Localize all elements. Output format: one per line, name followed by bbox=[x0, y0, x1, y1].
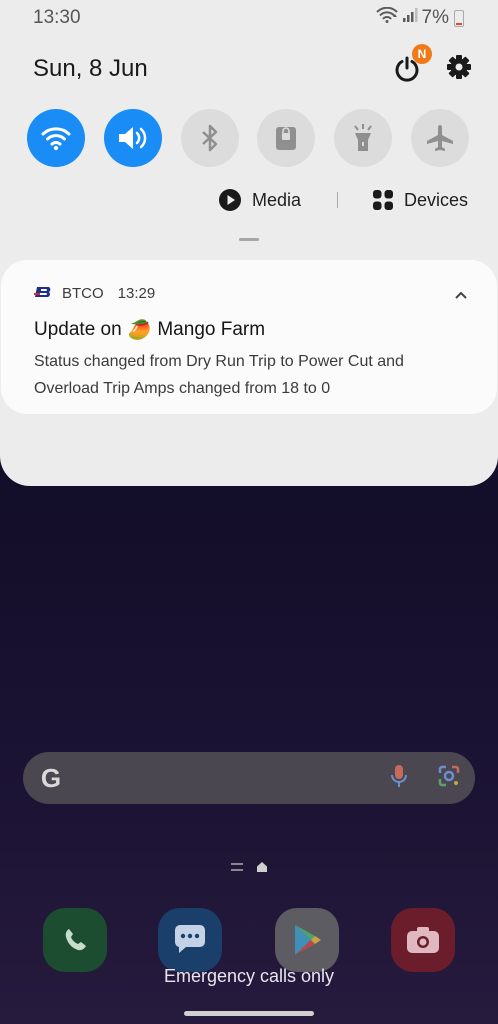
title-prefix: Update on bbox=[34, 319, 122, 340]
home-page-icon bbox=[257, 862, 267, 872]
flashlight-icon bbox=[354, 124, 372, 151]
notification-title: Update on 🥭 Mango Farm bbox=[34, 318, 265, 342]
google-lens-icon[interactable] bbox=[437, 764, 461, 793]
battery-percent: 7% bbox=[421, 7, 449, 28]
play-circle-icon bbox=[219, 189, 241, 211]
media-label: Media bbox=[252, 189, 302, 210]
bluetooth-icon bbox=[201, 124, 217, 152]
navigation-handle[interactable] bbox=[184, 1011, 314, 1016]
devices-label: Devices bbox=[404, 189, 469, 210]
quick-settings-tiles bbox=[27, 109, 469, 167]
divider bbox=[337, 192, 339, 208]
notification-card[interactable]: BTCO 13:29 Update on 🥭 Mango Farm Status… bbox=[1, 260, 497, 414]
apps-list-icon bbox=[231, 863, 243, 871]
google-logo-icon: G bbox=[40, 762, 62, 793]
battery-icon bbox=[454, 9, 464, 27]
power-button[interactable]: N bbox=[390, 44, 432, 86]
page-indicator bbox=[0, 862, 498, 872]
expand-handle[interactable] bbox=[239, 238, 259, 241]
camera-icon[interactable] bbox=[391, 908, 455, 972]
secure-folder-toggle[interactable] bbox=[257, 109, 316, 167]
devices-grid-icon bbox=[373, 190, 394, 210]
notification-app-name: BTCO bbox=[62, 285, 104, 302]
date-label: Sun, 8 Jun bbox=[33, 55, 148, 82]
sound-toggle[interactable] bbox=[103, 109, 162, 167]
lock-folder-icon bbox=[276, 127, 297, 150]
wifi-status-icon bbox=[375, 6, 398, 29]
title-suffix: Mango Farm bbox=[157, 319, 266, 340]
messages-icon[interactable] bbox=[158, 908, 222, 972]
volume-icon bbox=[118, 127, 147, 149]
airplane-mode-toggle[interactable] bbox=[410, 109, 469, 167]
wifi-toggle[interactable] bbox=[27, 109, 85, 167]
emergency-calls-text: Emergency calls only bbox=[163, 966, 335, 986]
phone-icon[interactable] bbox=[43, 908, 107, 972]
wifi-icon bbox=[41, 127, 71, 151]
notification-time: 13:29 bbox=[117, 285, 156, 302]
media-button[interactable]: Media bbox=[218, 188, 301, 212]
notification-body: Status changed from Dry Run Trip to Powe… bbox=[34, 353, 404, 397]
settings-gear-icon[interactable] bbox=[446, 54, 472, 85]
clock: 13:30 bbox=[33, 7, 81, 28]
status-bar: 13:30 7% bbox=[33, 6, 464, 30]
play-store-icon[interactable] bbox=[275, 908, 339, 972]
devices-button[interactable]: Devices bbox=[372, 189, 468, 211]
notification-badge: N bbox=[412, 44, 432, 64]
bluetooth-toggle[interactable] bbox=[180, 109, 239, 167]
mango-emoji: 🥭 bbox=[127, 320, 152, 341]
signal-icon bbox=[402, 7, 418, 29]
google-search-bar[interactable]: G bbox=[23, 752, 475, 804]
chevron-up-icon[interactable] bbox=[455, 286, 467, 304]
microphone-icon[interactable] bbox=[391, 764, 407, 793]
notification-shade: 13:30 7% Sun, 8 Jun N Media Devices BTCO… bbox=[0, 0, 498, 486]
flashlight-toggle[interactable] bbox=[334, 109, 393, 167]
btco-logo-icon bbox=[33, 285, 54, 302]
airplane-icon bbox=[426, 125, 453, 151]
